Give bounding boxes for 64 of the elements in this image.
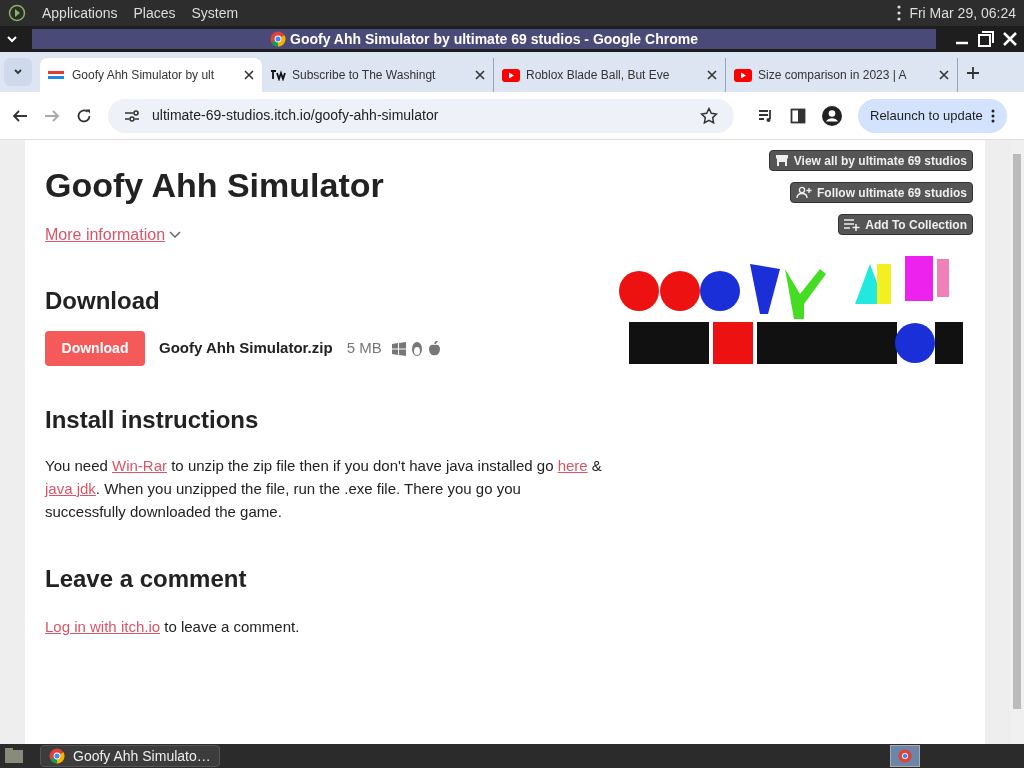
- site-icon: [48, 69, 64, 81]
- video-site-icon: [734, 68, 752, 82]
- browser-tab[interactable]: Goofy Ahh Simulator by ult: [40, 58, 262, 92]
- linux-icon: [409, 340, 424, 357]
- text-link[interactable]: here: [557, 457, 588, 474]
- star-icon[interactable]: [700, 106, 718, 125]
- window-title: Goofy Ahh Simulator by ultimate 69 studios - Google Chrome: [290, 29, 698, 49]
- text-link[interactable]: java jdk: [45, 480, 96, 497]
- tab-title: Size comparison in 2023 | A: [758, 67, 908, 84]
- tab-title: Roblox Blade Ball, But Eve: [526, 67, 671, 84]
- chevron-icon: [169, 231, 182, 239]
- tab-title: Subscribe to The Washingt: [292, 67, 437, 84]
- close-icon[interactable]: [939, 70, 949, 80]
- section-heading: Install instructions: [45, 405, 260, 435]
- login-prompt: Log in with itch.io to leave a comment.: [45, 617, 301, 637]
- panel-menu[interactable]: Places: [133, 2, 176, 24]
- clock: Fri Mar 29, 06:24: [909, 3, 1016, 23]
- workspace-switcher[interactable]: [890, 745, 920, 767]
- site-icon: [270, 69, 286, 81]
- side-action-button[interactable]: Follow ultimate 69 studios: [789, 182, 973, 203]
- maximize-icon[interactable]: [976, 29, 996, 49]
- store-icon: [774, 154, 789, 167]
- apple-icon: [427, 341, 441, 356]
- back-icon[interactable]: [12, 107, 28, 124]
- taskbar-window-button[interactable]: Goofy Ahh Simulato…: [40, 745, 220, 767]
- side-action-button[interactable]: Add To Collection: [838, 214, 973, 235]
- more-icon: [990, 108, 995, 123]
- section-heading: Leave a comment: [45, 564, 248, 594]
- close-icon[interactable]: [244, 70, 254, 80]
- panel-menu[interactable]: System: [191, 2, 239, 24]
- add-to-list-icon: [844, 218, 861, 231]
- media-icon[interactable]: [758, 107, 774, 124]
- url-text: ultimate-69-studios.itch.io/goofy-ahh-simulator: [152, 106, 440, 125]
- windows-icon: [391, 341, 406, 356]
- more-information-link[interactable]: More information: [45, 223, 166, 247]
- caret-icon: [13, 67, 23, 77]
- close-icon[interactable]: [475, 70, 485, 80]
- site-settings-icon[interactable]: [124, 108, 140, 123]
- new-tab-icon[interactable]: [966, 66, 980, 80]
- text-link[interactable]: Log in with itch.io: [45, 618, 161, 635]
- side-action-button[interactable]: View all by ultimate 69 studios: [768, 150, 973, 171]
- logo-icon[interactable]: [8, 4, 26, 22]
- chrome-icon: [270, 31, 287, 47]
- page-title: Goofy Ahh Simulator: [45, 165, 385, 206]
- close-icon[interactable]: [707, 70, 717, 80]
- show-desktop-icon[interactable]: [4, 747, 24, 765]
- instructions-paragraph: You need Win-Rar to unzip the zip file then if you don't have java installed go here & java jdk. When you unzipped the file, run the .exe file. There you go you successfully downloaded the game.: [45, 456, 603, 522]
- tab-title: Goofy Ahh Simulator by ult: [72, 67, 216, 84]
- panel-menu[interactable]: Applications: [42, 2, 118, 24]
- profile-icon[interactable]: [822, 105, 842, 126]
- handle-icon: [897, 5, 902, 21]
- relaunch-button[interactable]: Relaunch to update: [858, 98, 1007, 133]
- text-link[interactable]: Win-Rar: [112, 457, 168, 474]
- file-name: Goofy Ahh Simulator.zip: [159, 338, 333, 359]
- video-site-icon: [502, 68, 520, 82]
- reload-icon[interactable]: [76, 107, 92, 124]
- side-panel-icon[interactable]: [790, 107, 806, 124]
- address-bar[interactable]: ultimate-69-studios.itch.io/goofy-ahh-simulator: [108, 98, 734, 133]
- chrome-icon: [898, 749, 912, 763]
- section-heading: Download: [45, 286, 161, 316]
- chrome-icon: [49, 748, 65, 764]
- tab-list-button[interactable]: [4, 58, 32, 86]
- add-user-icon: [795, 186, 812, 199]
- file-size: 5 MB: [346, 338, 382, 359]
